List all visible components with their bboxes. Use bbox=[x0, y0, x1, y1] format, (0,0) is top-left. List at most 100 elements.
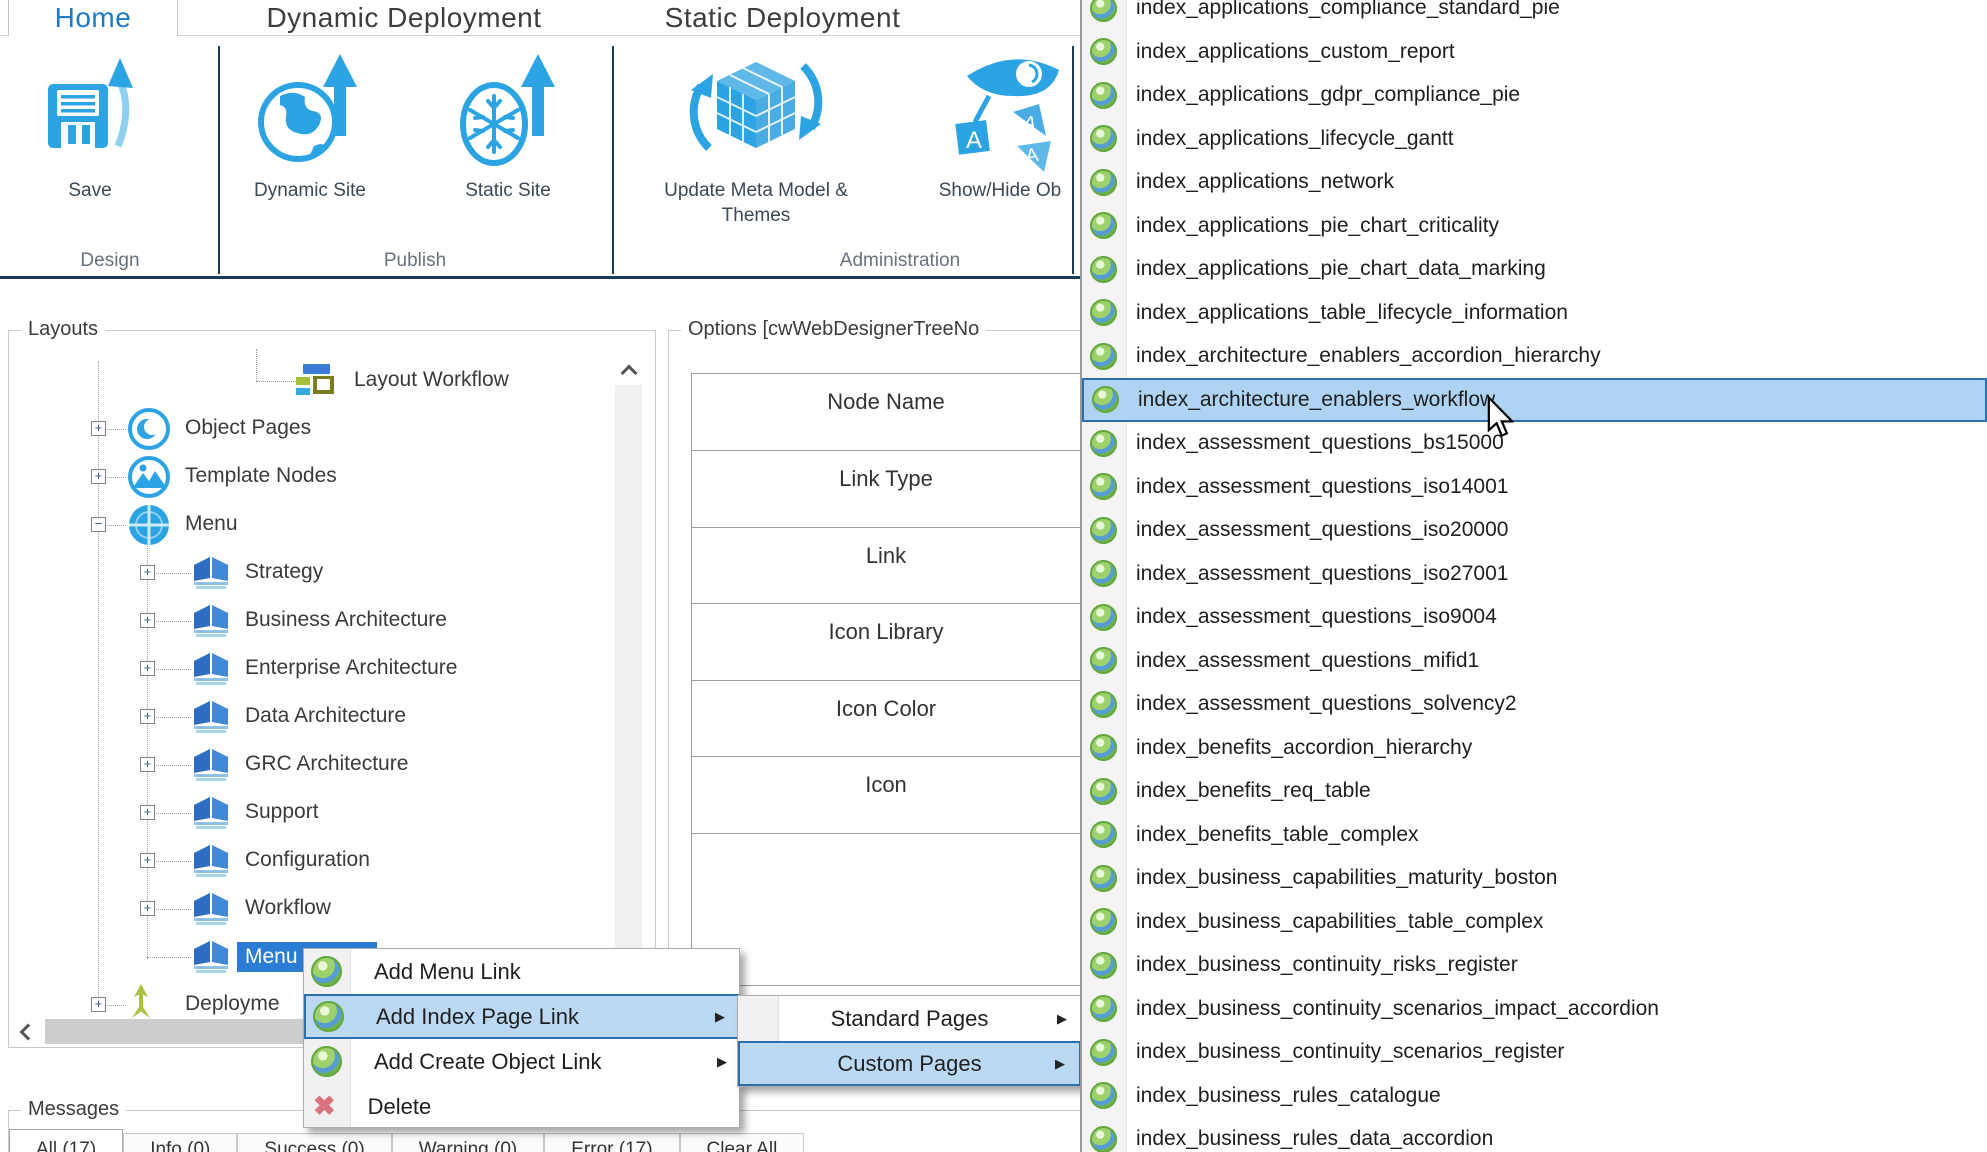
list-item[interactable]: index_assessment_questions_iso27001 bbox=[1082, 552, 1987, 596]
tree-connector bbox=[98, 361, 99, 1007]
tab-dynamic-deployment[interactable]: Dynamic Deployment bbox=[178, 0, 630, 36]
tree-item-menu[interactable]: Menu bbox=[185, 512, 238, 536]
globe-icon bbox=[1090, 82, 1117, 109]
tree-item-configuration[interactable]: Configuration bbox=[245, 848, 370, 872]
list-item-label: index_business_capabilities_maturity_bos… bbox=[1136, 866, 1557, 890]
app-window: HomeDynamic DeploymentStatic Deployment … bbox=[0, 0, 1987, 1152]
tab-home[interactable]: Home bbox=[8, 0, 178, 36]
tree-icon-holder bbox=[296, 364, 336, 403]
tab-static-deployment[interactable]: Static Deployment bbox=[630, 0, 935, 36]
list-item[interactable]: index_assessment_questions_iso9004 bbox=[1082, 595, 1987, 639]
ribbon-button-dynamic-site[interactable]: Dynamic Site bbox=[233, 46, 387, 203]
tree-expander-enterprise-architecture[interactable]: + bbox=[140, 661, 155, 676]
tree-expander-workflow[interactable]: + bbox=[140, 901, 155, 916]
ribbon-button-static-site[interactable]: Static Site bbox=[436, 46, 580, 203]
tree-expander-menu[interactable]: − bbox=[91, 517, 106, 532]
tree-expander-template-nodes[interactable]: + bbox=[91, 469, 106, 484]
scroll-left-button[interactable] bbox=[11, 1018, 41, 1045]
ribbon-button-update-meta-model-themes[interactable]: Update Meta Model & Themes bbox=[658, 46, 854, 228]
list-item-label: index_architecture_enablers_accordion_hi… bbox=[1136, 344, 1601, 368]
list-item-label: index_business_continuity_scenarios_impa… bbox=[1136, 997, 1659, 1021]
tree-item-strategy[interactable]: Strategy bbox=[245, 560, 323, 584]
list-item[interactable]: index_architecture_enablers_accordion_hi… bbox=[1082, 334, 1987, 378]
list-item[interactable]: index_business_continuity_scenarios_regi… bbox=[1082, 1030, 1987, 1074]
list-item[interactable]: index_business_capabilities_maturity_bos… bbox=[1082, 856, 1987, 900]
ribbon-button-show-hide-ob[interactable]: AAAShow/Hide Ob bbox=[912, 46, 1088, 203]
tree-expander-strategy[interactable]: + bbox=[140, 565, 155, 580]
menu-item-add-create-object-link[interactable]: Add Create Object Link▶ bbox=[304, 1039, 739, 1084]
list-item[interactable]: index_business_continuity_risks_register bbox=[1082, 943, 1987, 987]
submenu-item-standard-pages[interactable]: Standard Pages▶ bbox=[738, 996, 1081, 1041]
index-pages-popup-list: index_applications_compliance_standard_p… bbox=[1080, 0, 1987, 1152]
list-item[interactable]: index_assessment_questions_mifid1 bbox=[1082, 639, 1987, 683]
submenu-item-label: Standard Pages bbox=[831, 1006, 989, 1032]
tree-item-workflow[interactable]: Workflow bbox=[245, 896, 331, 920]
tree-item-enterprise-architecture[interactable]: Enterprise Architecture bbox=[245, 656, 457, 680]
list-item-selected[interactable]: index_architecture_enablers_workflow bbox=[1082, 378, 1987, 422]
svg-text:A: A bbox=[966, 127, 982, 154]
list-item[interactable]: index_applications_pie_chart_criticality bbox=[1082, 204, 1987, 248]
tree-expander-deployme[interactable]: + bbox=[91, 997, 106, 1012]
list-item[interactable]: index_benefits_table_complex bbox=[1082, 813, 1987, 857]
tree-icon-holder bbox=[127, 407, 171, 456]
list-item[interactable]: index_business_rules_data_accordion bbox=[1082, 1117, 1987, 1152]
globe-icon bbox=[1090, 560, 1117, 587]
ribbon-button-save[interactable]: Save bbox=[28, 46, 152, 203]
list-item[interactable]: index_business_rules_catalogue bbox=[1082, 1074, 1987, 1118]
scroll-up-button[interactable] bbox=[615, 357, 642, 385]
layouts-panel: Layouts Layout Workflow+Object Pages+Tem… bbox=[8, 330, 656, 1048]
tree-item-object-pages[interactable]: Object Pages bbox=[185, 416, 311, 440]
building-icon bbox=[193, 673, 229, 690]
list-item-label: index_applications_pie_chart_data_markin… bbox=[1136, 257, 1546, 281]
list-item-label: index_assessment_questions_solvency2 bbox=[1136, 692, 1517, 716]
list-item[interactable]: index_assessment_questions_bs15000 bbox=[1082, 421, 1987, 465]
submenu-arrow-icon: ▶ bbox=[717, 1054, 727, 1070]
list-item[interactable]: index_applications_gdpr_compliance_pie bbox=[1082, 73, 1987, 117]
globe-icon bbox=[1090, 908, 1117, 935]
options-field-icon-color: Icon Color bbox=[691, 680, 1081, 758]
tree-icon-holder bbox=[193, 556, 229, 595]
menu-item-add-index-page-link[interactable]: Add Index Page Link▶ bbox=[304, 994, 739, 1039]
tree-item-data-architecture[interactable]: Data Architecture bbox=[245, 704, 406, 728]
messages-tab-success-[interactable]: Success (0) bbox=[237, 1133, 391, 1152]
list-item-label: index_benefits_req_table bbox=[1136, 779, 1371, 803]
tree-expander-data-architecture[interactable]: + bbox=[140, 709, 155, 724]
globe-icon bbox=[311, 1046, 342, 1077]
ribbon-button-label: Dynamic Site bbox=[233, 178, 387, 203]
messages-tab-warning-[interactable]: Warning (0) bbox=[392, 1133, 545, 1152]
tree-item-business-architecture[interactable]: Business Architecture bbox=[245, 608, 447, 632]
list-item[interactable]: index_applications_table_lifecycle_infor… bbox=[1082, 291, 1987, 335]
tree-expander-configuration[interactable]: + bbox=[140, 853, 155, 868]
menu-item-add-menu-link[interactable]: Add Menu Link bbox=[304, 949, 739, 994]
tree-expander-object-pages[interactable]: + bbox=[91, 421, 106, 436]
tree-item-support[interactable]: Support bbox=[245, 800, 319, 824]
tree-expander-grc-architecture[interactable]: + bbox=[140, 757, 155, 772]
messages-tab-clear-all[interactable]: Clear All bbox=[680, 1133, 805, 1152]
menu-item-delete[interactable]: ✖Delete bbox=[304, 1084, 739, 1129]
list-item[interactable]: index_business_continuity_scenarios_impa… bbox=[1082, 987, 1987, 1031]
tree-item-template-nodes[interactable]: Template Nodes bbox=[185, 464, 337, 488]
tree-item-deployme[interactable]: Deployme bbox=[185, 992, 280, 1016]
list-item[interactable]: index_benefits_accordion_hierarchy bbox=[1082, 726, 1987, 770]
tree-expander-support[interactable]: + bbox=[140, 805, 155, 820]
globe-icon bbox=[1090, 473, 1117, 500]
tree-vertical-scrollbar[interactable] bbox=[615, 357, 642, 1019]
messages-tab-all-[interactable]: All (17) bbox=[9, 1129, 123, 1152]
list-item[interactable]: index_applications_network bbox=[1082, 160, 1987, 204]
list-item[interactable]: index_benefits_req_table bbox=[1082, 769, 1987, 813]
list-item[interactable]: index_business_capabilities_table_comple… bbox=[1082, 900, 1987, 944]
tree-item-grc-architecture[interactable]: GRC Architecture bbox=[245, 752, 408, 776]
list-item[interactable]: index_applications_compliance_standard_p… bbox=[1082, 0, 1987, 30]
tree-expander-business-architecture[interactable]: + bbox=[140, 613, 155, 628]
list-item[interactable]: index_assessment_questions_solvency2 bbox=[1082, 682, 1987, 726]
list-item[interactable]: index_assessment_questions_iso20000 bbox=[1082, 508, 1987, 552]
globe-icon bbox=[1090, 38, 1117, 65]
list-item[interactable]: index_applications_pie_chart_data_markin… bbox=[1082, 247, 1987, 291]
tree-item-layout-workflow[interactable]: Layout Workflow bbox=[354, 368, 509, 392]
messages-tab-info-[interactable]: Info (0) bbox=[123, 1133, 237, 1152]
list-item[interactable]: index_applications_lifecycle_gantt bbox=[1082, 117, 1987, 161]
messages-tab-error-[interactable]: Error (17) bbox=[544, 1133, 679, 1152]
list-item[interactable]: index_applications_custom_report bbox=[1082, 30, 1987, 74]
submenu-item-custom-pages[interactable]: Custom Pages▶ bbox=[738, 1041, 1081, 1086]
list-item[interactable]: index_assessment_questions_iso14001 bbox=[1082, 465, 1987, 509]
